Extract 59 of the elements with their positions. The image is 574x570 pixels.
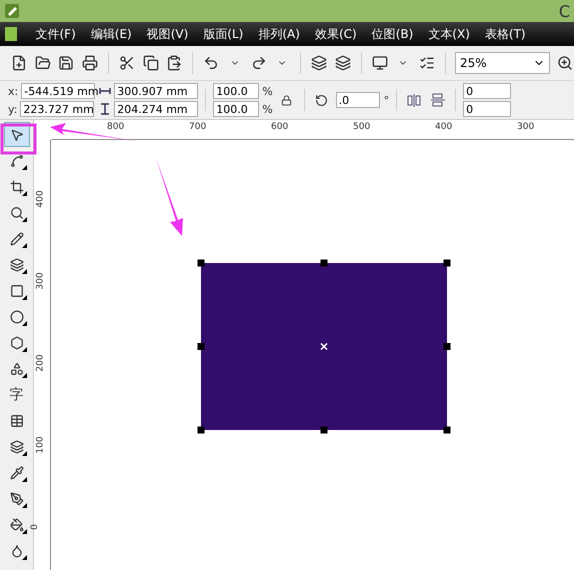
crop-icon <box>10 180 24 194</box>
zoom-icon <box>10 206 24 220</box>
paste-icon[interactable] <box>166 53 184 73</box>
app-logo-icon <box>4 3 20 19</box>
scale-y-field[interactable]: 100.0 <box>213 101 260 117</box>
menu-item[interactable]: 位图(B) <box>364 26 421 42</box>
rectangle-icon <box>10 284 24 298</box>
shape-icon <box>10 154 24 168</box>
percent-sign: % <box>262 102 273 116</box>
selection-handle[interactable] <box>444 426 450 434</box>
degree-sign: ° <box>384 94 390 106</box>
menu-item[interactable]: 版面(L) <box>196 26 251 42</box>
x-label: x: <box>8 84 18 98</box>
selection-handle[interactable] <box>444 343 450 350</box>
selection-handle[interactable] <box>444 260 450 266</box>
print-icon[interactable] <box>81 53 100 73</box>
x-position-field[interactable]: -544.519 mm <box>21 83 96 99</box>
selection-handle[interactable] <box>320 260 328 266</box>
pick-icon <box>10 128 24 142</box>
arrow-icon <box>50 123 136 141</box>
menu-item[interactable]: 视图(V) <box>139 26 196 42</box>
percent-sign: % <box>262 84 273 98</box>
height-field[interactable]: 204.274 mm <box>114 101 198 117</box>
center-mark <box>320 342 328 350</box>
height-icon <box>99 103 112 115</box>
y-label: y: <box>8 102 18 116</box>
polygon-icon <box>10 336 24 350</box>
menu-item[interactable]: 文件(F) <box>28 26 84 42</box>
y-position-field[interactable]: 223.727 mm <box>20 101 94 117</box>
width-icon <box>99 86 112 96</box>
selection-handle[interactable] <box>320 426 328 434</box>
highlight-frame <box>0 124 36 154</box>
selection-handle[interactable] <box>198 426 204 434</box>
nudge-field[interactable]: 0 <box>463 101 512 117</box>
nudge-field[interactable]: 0 <box>463 83 512 99</box>
outline-icon <box>10 492 24 506</box>
menu-item[interactable]: 表格(T) <box>477 26 534 42</box>
rotation-field[interactable]: .0 <box>336 92 380 108</box>
new-file-icon[interactable] <box>10 53 28 73</box>
freehand-icon <box>10 232 24 246</box>
width-field[interactable]: 300.907 mm <box>114 83 198 99</box>
selection-handle[interactable] <box>198 260 204 266</box>
scale-x-field[interactable]: 100.0 <box>213 83 260 99</box>
copy-icon[interactable] <box>142 53 160 73</box>
shapes-icon <box>10 362 24 376</box>
window-title: C <box>558 2 570 20</box>
arrow-icon <box>156 158 183 236</box>
fill-icon <box>10 518 24 532</box>
menu-item[interactable]: 文本(X) <box>420 26 478 42</box>
menu-item[interactable]: 效果(C) <box>307 26 364 42</box>
horizontal-ruler: 800 700 600 500 400 300 <box>51 120 574 140</box>
eyedropper-icon <box>10 466 24 480</box>
menu-item[interactable]: 排列(A) <box>250 26 308 42</box>
table-icon <box>10 414 24 428</box>
menu-item[interactable]: 编辑(E) <box>83 26 140 42</box>
text-tool[interactable]: 字 <box>4 382 30 407</box>
selection-handle[interactable] <box>198 343 204 350</box>
zoom-level-field[interactable]: 25% <box>454 52 550 74</box>
ellipse-icon <box>10 310 24 324</box>
